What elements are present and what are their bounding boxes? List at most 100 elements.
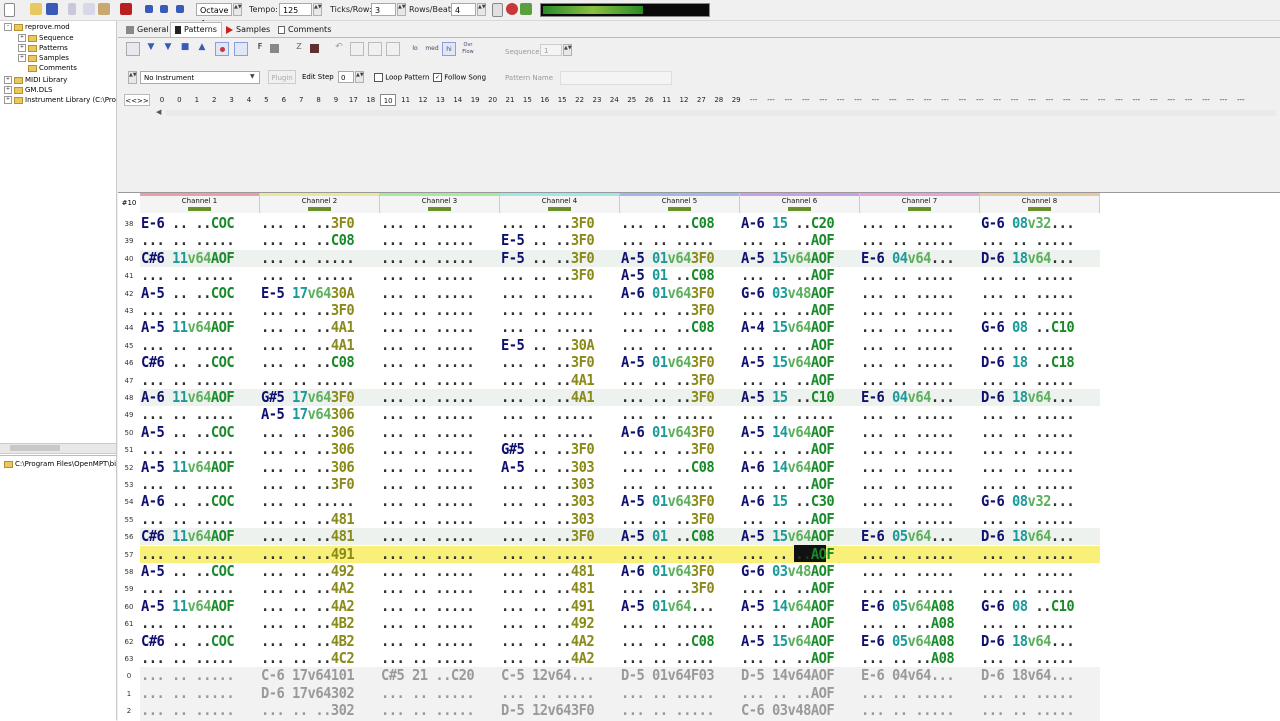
mixer-icon[interactable] <box>120 3 132 15</box>
pattern-cell[interactable]: D-5 14v64AOF <box>741 666 835 684</box>
pattern-cell[interactable]: ... .. ..... <box>861 562 955 580</box>
pattern-cell[interactable]: A-5 01v643F0 <box>621 353 715 371</box>
pattern-cell[interactable]: ... .. ..C08 <box>621 632 715 650</box>
pattern-cell[interactable]: ... .. ..... <box>381 318 475 336</box>
pattern-cell[interactable]: ... .. ..481 <box>261 510 355 528</box>
order-item[interactable]: 15 <box>554 94 570 106</box>
pattern-cell[interactable]: ... .. ..... <box>621 614 715 632</box>
pattern-cell[interactable]: ... .. ..... <box>261 492 355 510</box>
pattern-cell[interactable]: ... .. ..3F0 <box>501 527 595 545</box>
order-item[interactable]: --- <box>1215 94 1231 106</box>
order-item[interactable]: --- <box>885 94 901 106</box>
pattern-cell[interactable]: ... .. ..4B2 <box>261 632 355 650</box>
pattern-cell[interactable]: ... .. ..... <box>501 284 595 302</box>
order-item[interactable]: --- <box>902 94 918 106</box>
order-item[interactable]: --- <box>1094 94 1110 106</box>
channel-header[interactable]: Channel 2 <box>260 193 380 213</box>
pattern-row[interactable]: 51 ... .. ..... ... .. ..306 ... .. ..... G#… <box>118 440 1218 458</box>
pattern-cell[interactable]: ... .. ..3F0 <box>621 371 715 389</box>
pattern-cell[interactable]: ... .. ..... <box>861 510 955 528</box>
pattern-cell[interactable]: A-6 14v64AOF <box>741 458 835 476</box>
chart-icon[interactable] <box>310 44 319 53</box>
stop-icon[interactable] <box>145 5 153 13</box>
order-item[interactable]: --- <box>867 94 883 106</box>
pattern-cell[interactable]: ... .. ..AOF <box>741 475 835 493</box>
pattern-cell[interactable]: ... .. ..3F0 <box>261 301 355 319</box>
pattern-cell[interactable]: ... .. ..... <box>381 684 475 702</box>
pattern-row[interactable]: 62 C#6 .. ..COC ... .. ..4B2 ... .. .......… <box>118 632 1218 650</box>
pattern-cell[interactable]: D-5 12v643F0 <box>501 701 595 719</box>
pattern-cell[interactable]: ... .. ..... <box>861 318 955 336</box>
pattern-cell[interactable]: G#5 17v643F0 <box>261 388 355 406</box>
pattern-cell[interactable]: ... .. ..... <box>621 684 715 702</box>
tab-comments[interactable]: Comments <box>274 23 335 37</box>
order-item[interactable]: --- <box>850 94 866 106</box>
order-item[interactable]: 28 <box>711 94 727 106</box>
pattern-cell[interactable]: ... .. ..306 <box>261 423 355 441</box>
pattern-cell[interactable]: D-6 18v64... <box>981 632 1075 650</box>
pattern-cell[interactable]: ... .. ..... <box>981 649 1075 667</box>
pattern-cell[interactable]: ... .. ..AOF <box>741 579 835 597</box>
channel-header[interactable]: Channel 7 <box>860 193 980 213</box>
pattern-cell[interactable]: ... .. ..... <box>261 371 355 389</box>
pattern-name-input[interactable] <box>560 71 672 85</box>
tree-item-instrument-library[interactable]: + Instrument Library (C:\Progr <box>4 96 116 104</box>
order-item[interactable]: --- <box>1111 94 1127 106</box>
order-item[interactable]: 21 <box>502 94 518 106</box>
pattern-cell[interactable]: ... .. ..306 <box>261 458 355 476</box>
pattern-cell[interactable]: E-5 17v6430A <box>261 284 355 302</box>
pattern-cell[interactable]: G-6 08v32... <box>981 492 1075 510</box>
amplify-icon[interactable] <box>350 42 364 56</box>
order-item[interactable]: --- <box>780 94 796 106</box>
pattern-cell[interactable]: A-5 01 ..C08 <box>621 527 715 545</box>
pattern-cell[interactable]: A-5 .. ..COC <box>141 423 235 441</box>
pattern-row[interactable]: 45 ... .. ..... ... .. ..4A1 ... .. ..... E-… <box>118 336 1218 354</box>
pattern-cell[interactable]: ... .. ..... <box>501 318 595 336</box>
pattern-cell[interactable]: ... .. ..... <box>861 284 955 302</box>
pattern-row[interactable]: 58 A-5 .. ..COC ... .. ..492 ... .. .......… <box>118 562 1218 580</box>
pattern-cell[interactable]: A-6 15 ..C20 <box>741 214 835 232</box>
pattern-cell[interactable]: ... .. ..AOF <box>741 231 835 249</box>
pattern-row[interactable]: 53 ... .. ..... ... .. ..3F0 ... .. .......… <box>118 475 1218 493</box>
pattern-cell[interactable]: ... .. ..... <box>861 579 955 597</box>
pattern-cell[interactable]: ... .. ..... <box>381 527 475 545</box>
pattern-cell[interactable]: ... .. ..... <box>861 458 955 476</box>
pattern-cell[interactable]: ... .. ..481 <box>501 562 595 580</box>
midi-icon[interactable] <box>520 3 532 15</box>
pattern-cell[interactable]: ... .. ..... <box>501 301 595 319</box>
order-item[interactable]: 8 <box>311 94 327 106</box>
overflow-button[interactable]: Ovr Flow <box>460 42 476 56</box>
rows-beat-spinner[interactable]: ▲▼ <box>477 3 486 16</box>
pattern-cell[interactable]: C#6 11v64AOF <box>141 527 235 545</box>
order-item[interactable]: 22 <box>572 94 588 106</box>
tempo-input[interactable]: 125 <box>279 3 312 16</box>
order-item[interactable]: 9 <box>328 94 344 106</box>
pattern-row[interactable]: 59 ... .. ..... ... .. ..4A2 ... .. .......… <box>118 579 1218 597</box>
new-pattern-icon[interactable] <box>126 42 140 56</box>
pattern-cell[interactable]: A-5 15v64AOF <box>741 249 835 267</box>
tree-item-samples[interactable]: + Samples <box>18 54 69 62</box>
pattern-cell[interactable]: ... .. ..3F0 <box>501 266 595 284</box>
pattern-cell[interactable]: ... .. ..... <box>981 405 1075 423</box>
pattern-cell[interactable]: A-6 01v643F0 <box>621 562 715 580</box>
order-item[interactable]: --- <box>1024 94 1040 106</box>
channel-header[interactable]: Channel 1 <box>140 193 260 213</box>
pause-icon[interactable] <box>160 5 168 13</box>
pattern-cell[interactable]: ... .. ..3F0 <box>621 510 715 528</box>
copy-icon[interactable] <box>83 3 95 15</box>
pattern-cell[interactable]: ... .. ..3F0 <box>621 301 715 319</box>
pattern-row[interactable]: 39 ... .. ..... ... .. ..C08 ... .. ..... E-… <box>118 231 1218 249</box>
pattern-cell[interactable]: ... .. ..... <box>381 231 475 249</box>
order-item[interactable]: 11 <box>398 94 414 106</box>
pattern-cell[interactable]: ... .. ..... <box>141 666 235 684</box>
pattern-cell[interactable]: ... .. ..... <box>381 632 475 650</box>
med-button[interactable]: med <box>424 42 440 56</box>
pattern-cell[interactable]: E-6 05v64A08 <box>861 597 955 615</box>
pattern-cell[interactable]: ... .. ..... <box>861 214 955 232</box>
grid-icon[interactable] <box>234 42 248 56</box>
pattern-cell[interactable]: ... .. ..481 <box>501 579 595 597</box>
pattern-row[interactable]: 42 A-5 .. ..COC E-5 17v6430A ... .. .......… <box>118 284 1218 302</box>
pattern-cell[interactable]: D-6 18v64... <box>981 527 1075 545</box>
pattern-cell[interactable]: ... .. ..... <box>141 701 235 719</box>
new-file-icon[interactable] <box>4 3 15 17</box>
